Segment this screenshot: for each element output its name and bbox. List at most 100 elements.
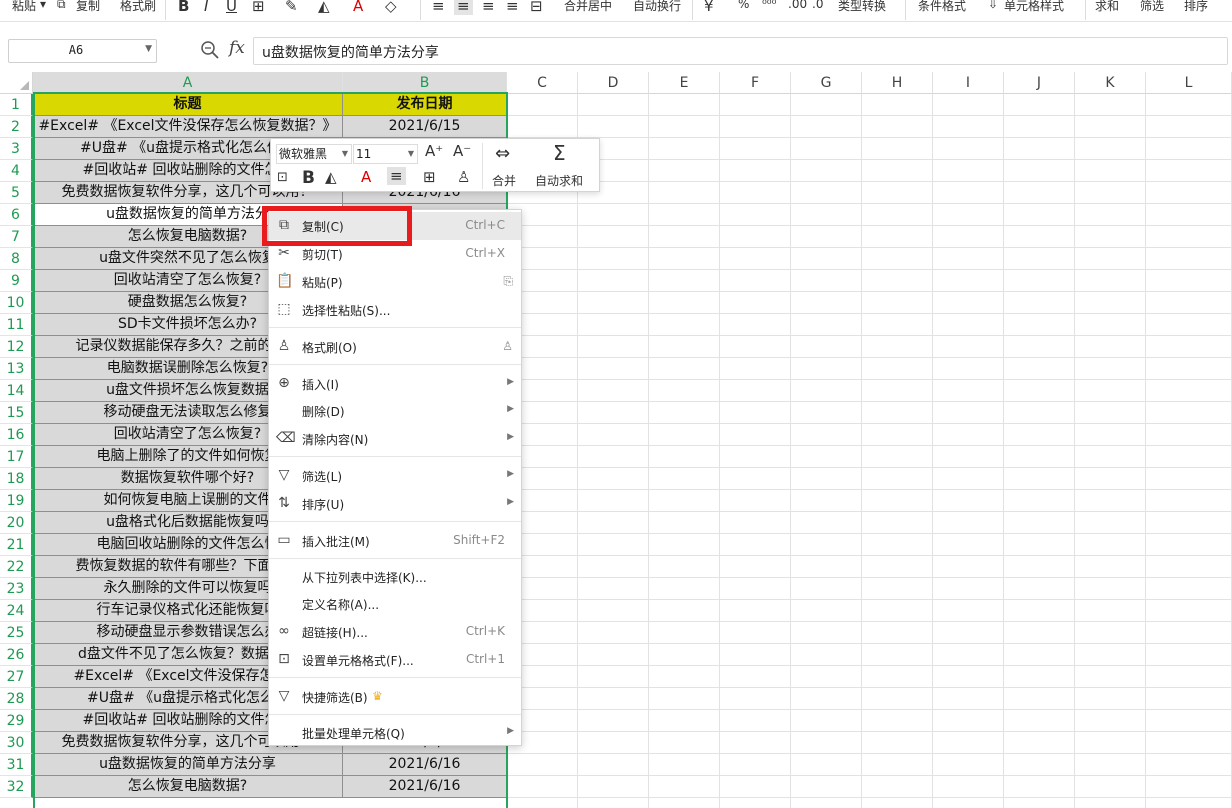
row-header[interactable]: 26: [0, 644, 33, 666]
row-header[interactable]: 9: [0, 270, 33, 292]
row-header[interactable]: 4: [0, 160, 33, 182]
row-header[interactable]: 22: [0, 556, 33, 578]
align-center-icon[interactable]: ≡: [454, 0, 473, 15]
row-header[interactable]: 3: [0, 138, 33, 160]
font-size-select[interactable]: 11 ▼: [353, 144, 418, 164]
filter-button[interactable]: 筛选: [1140, 0, 1164, 14]
percent-button[interactable]: %: [738, 0, 749, 11]
column-header-l[interactable]: L: [1146, 72, 1232, 94]
row-header[interactable]: 20: [0, 512, 33, 534]
row-header[interactable]: 13: [0, 358, 33, 380]
menu-item-clear[interactable]: ⌫ 清除内容(N) ▶: [269, 425, 521, 453]
merge-center-button[interactable]: 合并居中: [564, 0, 612, 14]
font-color-icon[interactable]: A: [361, 168, 371, 186]
autosum-icon[interactable]: Σ: [553, 141, 566, 165]
row-header[interactable]: 16: [0, 424, 33, 446]
currency-icon[interactable]: ¥: [704, 0, 714, 15]
row-header[interactable]: 18: [0, 468, 33, 490]
menu-item-paste[interactable]: 📋 粘贴(P) ⎘: [269, 268, 521, 296]
cell-b[interactable]: 发布日期: [343, 94, 507, 116]
menu-item-insert-comment[interactable]: ▭ 插入批注(M) Shift+F2: [269, 527, 521, 555]
column-header-h[interactable]: H: [862, 72, 933, 94]
row-header[interactable]: 11: [0, 314, 33, 336]
menu-item-filter[interactable]: ▽ 筛选(L) ▶: [269, 462, 521, 490]
sum-button[interactable]: 求和: [1095, 0, 1119, 14]
row-header[interactable]: 12: [0, 336, 33, 358]
cell-a[interactable]: #Excel# 《Excel文件没保存怎么恢复数据？》: [33, 116, 343, 138]
row-header[interactable]: 17: [0, 446, 33, 468]
zoom-icon[interactable]: [200, 40, 220, 60]
column-header-k[interactable]: K: [1075, 72, 1146, 94]
chevron-down-icon[interactable]: ▼: [145, 44, 152, 54]
merge-label[interactable]: 合并: [492, 172, 516, 189]
column-header-a[interactable]: A: [33, 72, 343, 94]
cell-a[interactable]: u盘数据恢复的简单方法分享: [33, 754, 343, 776]
autosum-label[interactable]: 自动求和: [535, 172, 583, 189]
cell-b[interactable]: 2021/6/16: [343, 754, 507, 776]
column-header-f[interactable]: F: [720, 72, 791, 94]
menu-item-batch[interactable]: 批量处理单元格(Q) ▶: [269, 719, 521, 747]
format-painter-icon[interactable]: ♙: [457, 168, 470, 186]
font-family-select[interactable]: 微软雅黑 ▼: [276, 144, 352, 164]
formula-input[interactable]: u盘数据恢复的简单方法分享: [253, 37, 1228, 65]
format-painter-multi-icon[interactable]: ♙: [502, 339, 513, 353]
menu-item-paste-special[interactable]: ⬚ 选择性粘贴(S)...: [269, 296, 521, 324]
menu-item-format-painter[interactable]: ♙ 格式刷(O) ♙: [269, 333, 521, 361]
column-header-b[interactable]: B: [343, 72, 507, 94]
bold-icon[interactable]: B: [178, 0, 189, 15]
align-center-icon[interactable]: ≡: [387, 167, 406, 185]
column-header-d[interactable]: D: [578, 72, 649, 94]
row-header[interactable]: 21: [0, 534, 33, 556]
decrease-font-icon[interactable]: A⁻: [453, 142, 471, 160]
underline-icon[interactable]: U: [226, 0, 237, 15]
menu-item-delete[interactable]: 删除(D) ▶: [269, 397, 521, 425]
column-header-g[interactable]: G: [791, 72, 862, 94]
column-header-e[interactable]: E: [649, 72, 720, 94]
row-header[interactable]: 1: [0, 94, 33, 116]
cell-a[interactable]: 怎么恢复电脑数据?: [33, 776, 343, 798]
fill-color-icon[interactable]: ◭: [318, 0, 330, 15]
menu-item-hyperlink[interactable]: ∞ 超链接(H)... Ctrl+K: [269, 618, 521, 646]
paste-options-icon[interactable]: ⎘: [503, 274, 513, 289]
fill-color-icon[interactable]: ◭: [325, 168, 337, 186]
bold-icon[interactable]: B: [302, 168, 315, 188]
row-header[interactable]: 6: [0, 204, 33, 226]
row-header[interactable]: 10: [0, 292, 33, 314]
sort-button[interactable]: 排序: [1184, 0, 1208, 14]
column-header-i[interactable]: I: [933, 72, 1004, 94]
border-icon[interactable]: ⊞: [252, 0, 265, 15]
row-header[interactable]: 29: [0, 710, 33, 732]
row-header[interactable]: 2: [0, 116, 33, 138]
row-header[interactable]: 24: [0, 600, 33, 622]
row-header[interactable]: 19: [0, 490, 33, 512]
distribute-icon[interactable]: ⊟: [530, 0, 543, 15]
menu-item-cut[interactable]: ✂ 剪切(T) Ctrl+X: [269, 240, 521, 268]
row-header[interactable]: 31: [0, 754, 33, 776]
paste-button[interactable]: 粘贴: [12, 0, 36, 14]
spreadsheet-grid[interactable]: ABCDEFGHIJKL 1 标题 发布日期 2 #Excel# 《Excel文件没保存…: [0, 72, 1232, 808]
name-box[interactable]: A6 ▼: [8, 39, 157, 63]
row-header[interactable]: 25: [0, 622, 33, 644]
align-right-icon[interactable]: ≡: [482, 0, 495, 15]
conditional-format-button[interactable]: 条件格式: [918, 0, 966, 14]
row-header[interactable]: 14: [0, 380, 33, 402]
menu-item-copy[interactable]: ⧉ 复制(C) Ctrl+C: [269, 212, 521, 240]
wrap-icon[interactable]: ⊡: [277, 170, 288, 185]
menu-item-insert[interactable]: ⊕ 插入(I) ▶: [269, 370, 521, 398]
fx-icon[interactable]: fx: [229, 38, 245, 58]
font-color-icon[interactable]: A: [353, 0, 363, 15]
justify-icon[interactable]: ≡: [506, 0, 519, 15]
column-header-j[interactable]: J: [1004, 72, 1075, 94]
row-header[interactable]: 15: [0, 402, 33, 424]
column-header-c[interactable]: C: [507, 72, 578, 94]
cell-style-button[interactable]: 单元格样式: [1004, 0, 1064, 14]
eraser-icon[interactable]: ✎: [285, 0, 298, 15]
border-icon[interactable]: ⊞: [423, 168, 436, 186]
cell-a[interactable]: 标题: [33, 94, 343, 116]
decrease-decimal-icon[interactable]: .0: [812, 0, 823, 11]
menu-item-sort[interactable]: ⇅ 排序(U) ▶: [269, 490, 521, 518]
row-header[interactable]: 27: [0, 666, 33, 688]
align-left-icon[interactable]: ≡: [432, 0, 445, 15]
type-convert-button[interactable]: 类型转换: [838, 0, 886, 14]
thousands-icon[interactable]: ⁰⁰⁰: [762, 0, 776, 11]
